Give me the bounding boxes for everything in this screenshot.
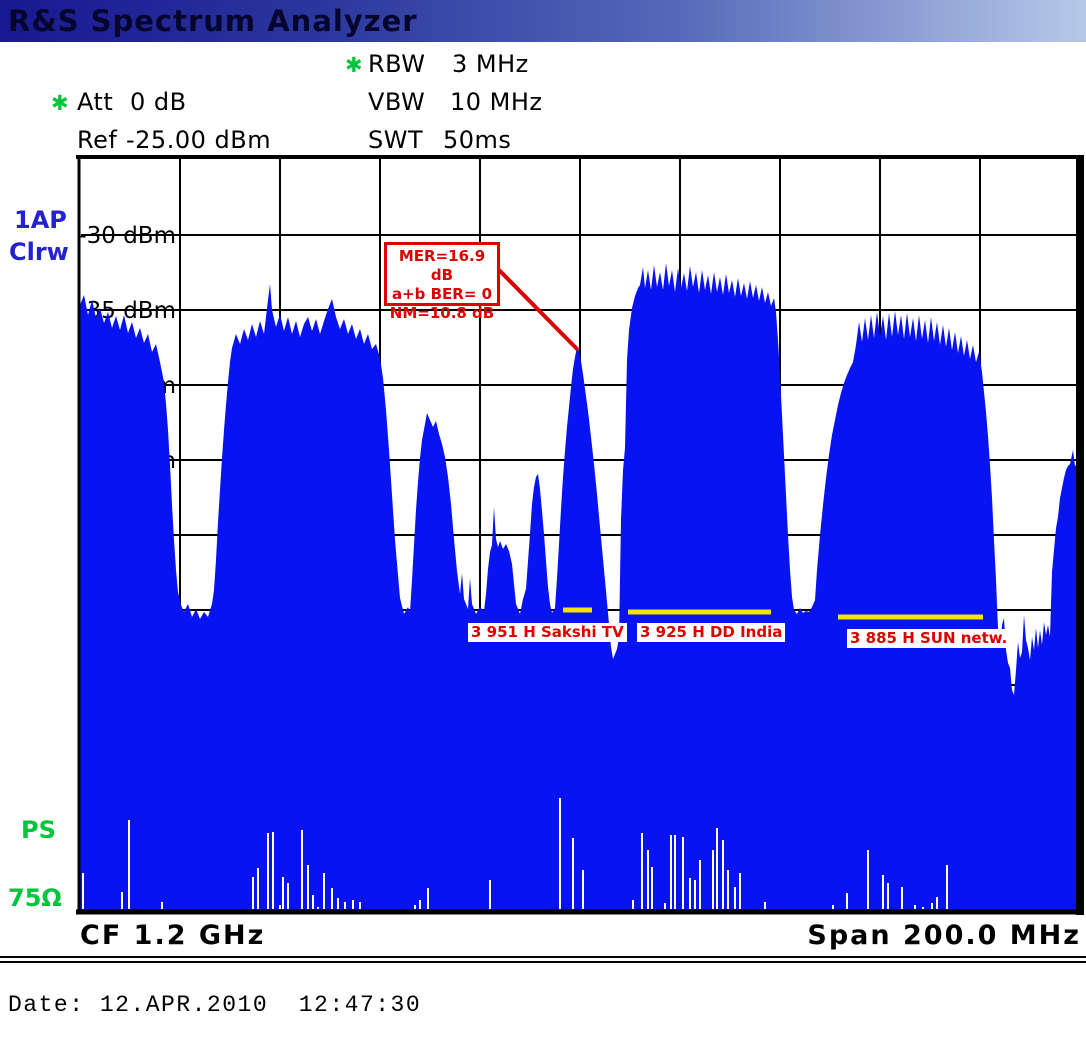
spectrum-analyzer-screen: R&S Spectrum Analyzer ✱ RBW 3 MHz ✱ Att … [0,0,1086,1054]
y-axis-tick-label: -30 dBm [78,223,176,249]
spectrum-trace [80,263,1081,911]
spectrum-plot: -30 dBm-35 dBm-40 dBm-45 dBm [0,0,1086,1054]
